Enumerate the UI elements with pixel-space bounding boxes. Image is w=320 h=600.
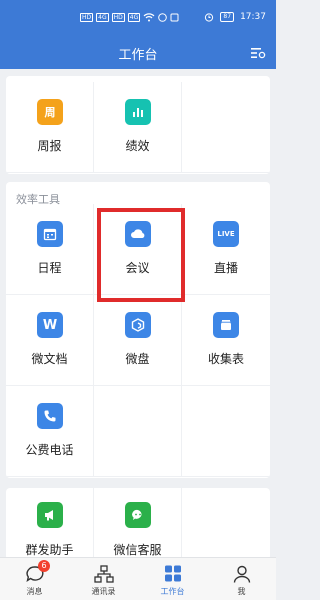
- unread-badge: 6: [38, 560, 50, 572]
- tab-label: 工作台: [160, 587, 185, 596]
- signal-indicators: HD 4G HD 4G: [80, 13, 179, 22]
- header-bar: 工作台: [0, 36, 276, 69]
- app-public-phone[interactable]: 公费电话: [6, 386, 94, 477]
- wechat-service-icon: [125, 502, 151, 528]
- app-meeting[interactable]: 会议: [94, 204, 182, 295]
- top-apps-card: 周 周报 绩效: [6, 76, 270, 174]
- network-chip: 4G: [96, 13, 109, 22]
- network-chip: HD: [80, 13, 94, 22]
- app-wedoc[interactable]: W 微文档: [6, 295, 94, 386]
- tab-me[interactable]: 我: [207, 558, 276, 600]
- alarm-icon: [205, 13, 214, 22]
- tab-label: 通讯录: [91, 587, 116, 596]
- app-wechat-service[interactable]: 微信客服: [94, 488, 182, 560]
- app-form-collector[interactable]: 收集表: [182, 295, 270, 386]
- clock-text: 17:37: [240, 12, 266, 22]
- efficiency-tools-card: 效率工具 日程 会议 LIVE 直播 W 微文档 微盘 收集表 公费电话: [6, 182, 270, 478]
- broadcast-icon: [37, 502, 63, 528]
- document-w-icon: W: [37, 312, 63, 338]
- status-bar: HD 4G HD 4G 87 17:37: [0, 0, 276, 36]
- app-label: 收集表: [207, 352, 244, 366]
- person-icon: [233, 565, 250, 583]
- drive-icon: [125, 312, 151, 338]
- phone-icon: [37, 403, 63, 429]
- app-label: 日程: [37, 261, 62, 275]
- performance-chart-icon: [125, 99, 151, 125]
- app-broadcast-assistant[interactable]: 群发助手: [6, 488, 94, 560]
- tab-messages[interactable]: 6 消息: [0, 558, 69, 600]
- app-label: 微文档: [31, 352, 68, 366]
- app-weekly-report[interactable]: 周 周报: [6, 82, 94, 173]
- grid-apps-icon: [164, 565, 181, 582]
- empty-slot: [182, 488, 270, 560]
- bottom-tab-bar: 6 消息 通讯录 工作台 我: [0, 557, 276, 600]
- network-chip: 4G: [127, 13, 141, 22]
- page-title: 工作台: [118, 48, 158, 63]
- tab-label: 消息: [26, 587, 43, 596]
- settings-sliders-icon[interactable]: [250, 46, 266, 60]
- app-label: 会议: [125, 261, 150, 275]
- battery-indicator: 87: [220, 12, 235, 22]
- app-label: 微信客服: [113, 543, 162, 557]
- org-chart-icon: [93, 565, 114, 583]
- app-drive[interactable]: 微盘: [94, 295, 182, 386]
- app-label: 群发助手: [25, 543, 74, 557]
- network-chip: HD: [111, 13, 125, 22]
- empty-slot: [182, 386, 270, 477]
- tab-workbench[interactable]: 工作台: [138, 558, 207, 600]
- app-label: 公费电话: [25, 443, 74, 457]
- app-label: 绩效: [125, 139, 150, 153]
- form-collector-icon: [213, 312, 239, 338]
- vpn-icon: [158, 13, 168, 22]
- wifi-icon: [143, 13, 155, 22]
- empty-slot: [182, 82, 270, 173]
- empty-slot: [94, 386, 182, 477]
- weekly-report-icon: 周: [37, 99, 63, 125]
- live-icon: LIVE: [213, 221, 239, 247]
- tab-label: 我: [237, 587, 246, 596]
- app-label: 直播: [213, 261, 238, 275]
- app-performance[interactable]: 绩效: [94, 82, 182, 173]
- app-label: 周报: [37, 139, 62, 153]
- calendar-icon: [37, 221, 63, 247]
- app-label: 微盘: [125, 352, 150, 366]
- customer-tools-card: 群发助手 微信客服: [6, 488, 270, 560]
- status-icon: [170, 13, 179, 22]
- meeting-cloud-icon: [125, 221, 151, 247]
- tab-contacts[interactable]: 通讯录: [69, 558, 138, 600]
- app-live[interactable]: LIVE 直播: [182, 204, 270, 295]
- app-schedule[interactable]: 日程: [6, 204, 94, 295]
